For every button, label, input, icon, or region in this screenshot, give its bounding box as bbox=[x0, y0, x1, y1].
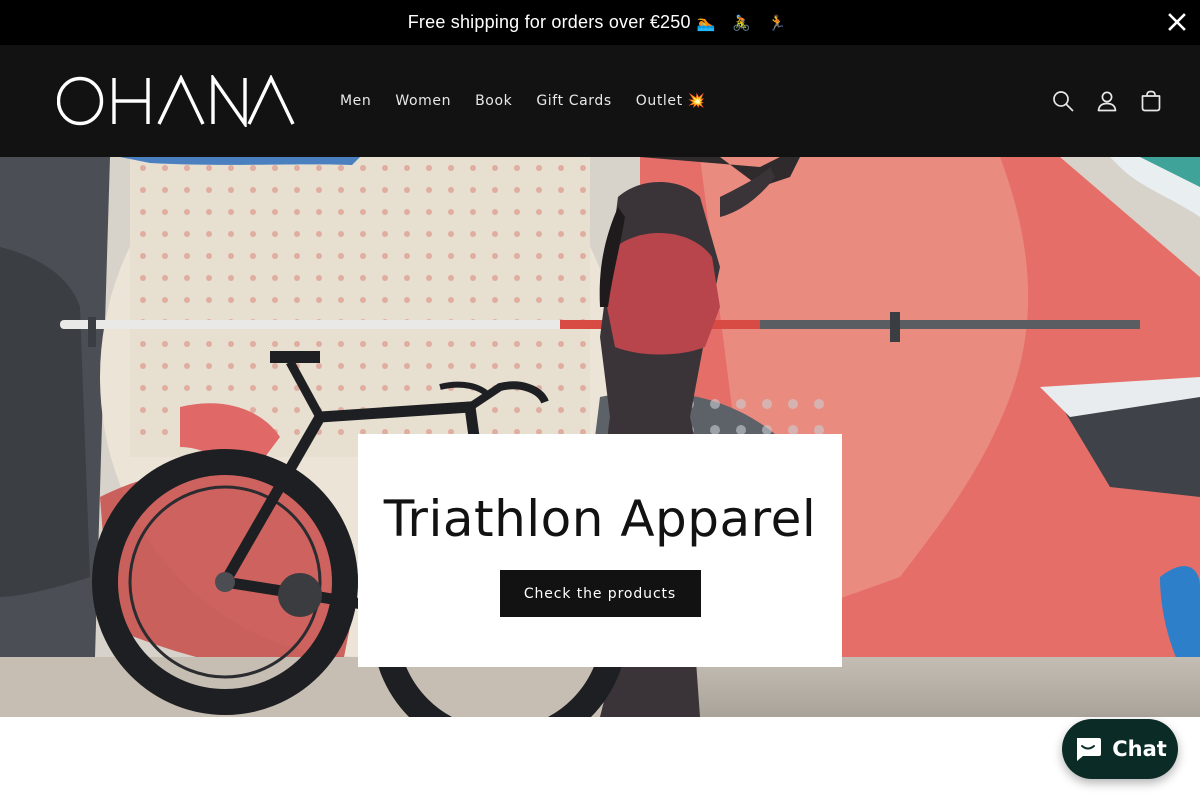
header-icons bbox=[1052, 45, 1162, 157]
close-icon[interactable] bbox=[1166, 11, 1188, 33]
cart-icon[interactable] bbox=[1140, 90, 1162, 112]
main-nav: Men Women Book Gift Cards Outlet 💥 bbox=[328, 45, 718, 157]
chat-button[interactable]: Chat bbox=[1062, 719, 1178, 779]
ohana-logo[interactable] bbox=[57, 75, 295, 127]
nav-women[interactable]: Women bbox=[383, 93, 463, 109]
chat-label: Chat bbox=[1112, 737, 1167, 761]
search-icon[interactable] bbox=[1052, 90, 1074, 112]
site-header: Men Women Book Gift Cards Outlet 💥 bbox=[0, 45, 1200, 157]
announcement-bar: Free shipping for orders over €250 🏊 🚴 🏃 bbox=[0, 0, 1200, 45]
account-icon[interactable] bbox=[1096, 90, 1118, 112]
hero-banner: Triathlon Apparel Check the products bbox=[0, 157, 1200, 717]
chat-bubble-icon bbox=[1077, 738, 1102, 761]
check-products-button[interactable]: Check the products bbox=[499, 570, 701, 617]
nav-book[interactable]: Book bbox=[463, 93, 524, 109]
announcement-emoji: 🏊 🚴 🏃 bbox=[696, 13, 793, 32]
hero-title: Triathlon Apparel bbox=[383, 490, 817, 548]
nav-men[interactable]: Men bbox=[328, 93, 383, 109]
announcement-text: Free shipping for orders over €250 bbox=[407, 12, 691, 32]
hero-card: Triathlon Apparel Check the products bbox=[358, 434, 842, 667]
nav-gift-cards[interactable]: Gift Cards bbox=[524, 93, 623, 109]
nav-outlet[interactable]: Outlet 💥 bbox=[624, 93, 718, 109]
